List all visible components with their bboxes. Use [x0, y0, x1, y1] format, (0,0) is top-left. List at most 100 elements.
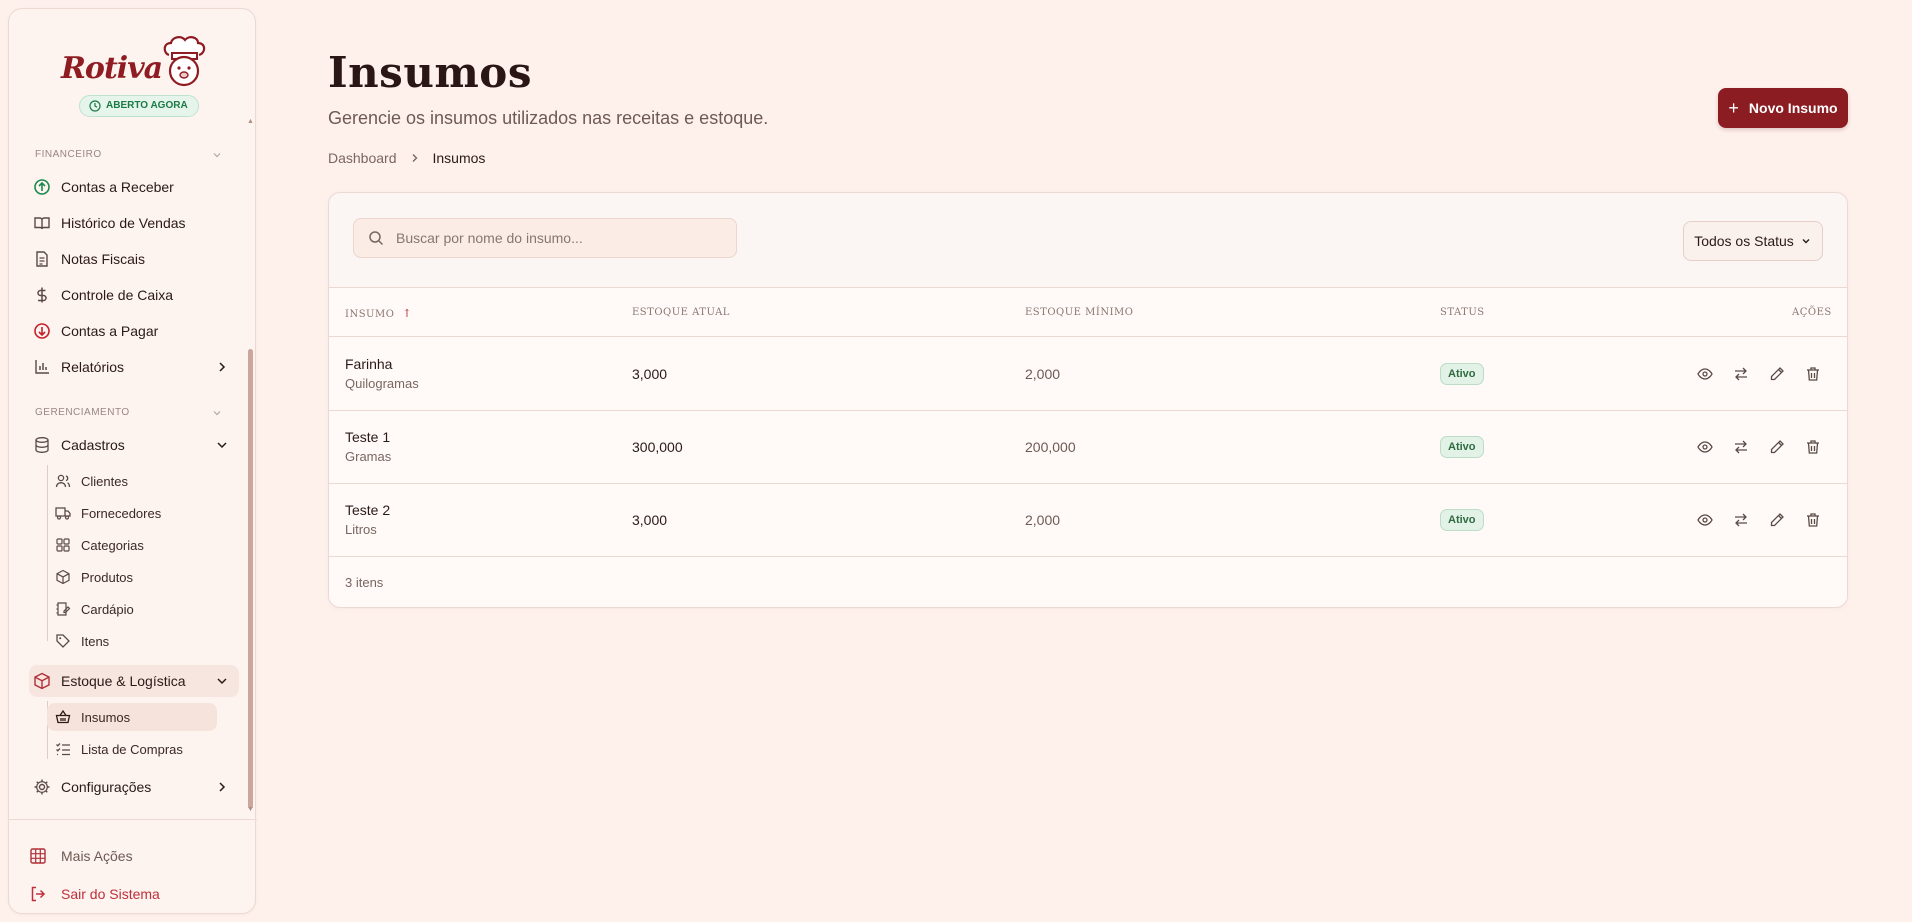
search-input[interactable]	[396, 230, 716, 246]
sidebar-item-configuracoes[interactable]: Configurações	[29, 771, 239, 803]
table-row[interactable]: Teste 1 Gramas 300,000 200,000 Ativo	[329, 411, 1847, 484]
trash-icon	[1807, 440, 1819, 454]
plus-icon: +	[1728, 98, 1739, 118]
breadcrumb-dashboard[interactable]: Dashboard	[328, 150, 397, 166]
logo-text: Rotiva	[61, 51, 163, 86]
sidebar-item-fornecedores[interactable]: Fornecedores	[47, 499, 217, 527]
delete-button[interactable]	[1805, 510, 1841, 530]
search-icon	[368, 230, 384, 246]
transfer-button[interactable]	[1733, 510, 1769, 530]
list-checks-icon	[55, 741, 71, 757]
package-icon	[55, 569, 71, 585]
sidebar-item-clientes[interactable]: Clientes	[47, 467, 217, 495]
sidebar-subitem-label: Clientes	[81, 473, 128, 489]
edit-button[interactable]	[1769, 437, 1805, 457]
delete-button[interactable]	[1805, 437, 1841, 457]
log-out-icon	[29, 885, 47, 903]
insumo-name: Farinha	[345, 356, 393, 372]
insumo-unit: Litros	[345, 522, 377, 537]
sidebar-item-label: Estoque & Logística	[61, 673, 186, 689]
view-button[interactable]	[1697, 437, 1733, 457]
logout-label: Sair do Sistema	[61, 886, 160, 902]
sidebar-item-categorias[interactable]: Categorias	[47, 531, 217, 559]
sidebar-item-contas-receber[interactable]: Contas a Receber	[29, 171, 239, 203]
sidebar-item-contas-pagar[interactable]: Contas a Pagar	[29, 315, 239, 347]
chevron-right-icon	[219, 782, 226, 792]
transfer-button[interactable]	[1733, 364, 1769, 384]
chevron-down-icon[interactable]	[211, 407, 223, 419]
row-actions	[1697, 364, 1841, 384]
truck-icon	[55, 505, 71, 521]
table-row[interactable]: Teste 2 Litros 3,000 2,000 Ativo	[329, 484, 1847, 557]
sidebar-subitem-label: Fornecedores	[81, 505, 162, 521]
basket-icon	[55, 709, 71, 725]
trash-icon	[1807, 367, 1819, 381]
column-header-estoque-atual[interactable]: Estoque Atual	[632, 307, 730, 318]
dollar-sign-icon	[33, 286, 51, 304]
edit-button[interactable]	[1769, 364, 1805, 384]
tag-icon	[55, 633, 71, 649]
sidebar-item-label: Controle de Caixa	[61, 287, 174, 303]
status-badge: Ativo	[1440, 509, 1484, 531]
estoque-atual: 3,000	[632, 366, 668, 382]
sidebar-item-estoque-logistica[interactable]: Estoque & Logística	[29, 665, 239, 697]
delete-button[interactable]	[1805, 364, 1841, 384]
sidebar-footer: Mais Ações Sair do Sistema	[9, 819, 257, 913]
sidebar-item-itens[interactable]: Itens	[47, 627, 217, 655]
sidebar-item-label: Relatórios	[61, 359, 125, 375]
open-status-badge: ABERTO AGORA	[79, 95, 199, 117]
new-insumo-button[interactable]: + Novo Insumo	[1718, 88, 1848, 128]
clock-icon	[89, 100, 101, 112]
sidebar-item-insumos[interactable]: Insumos	[47, 703, 217, 731]
transfer-button[interactable]	[1733, 437, 1769, 457]
book-edit-icon	[55, 601, 71, 617]
sidebar-item-cadastros[interactable]: Cadastros	[29, 429, 239, 461]
sidebar-item-cardapio[interactable]: Cardápio	[47, 595, 217, 623]
grid-icon	[55, 537, 71, 553]
sidebar-item-controle-caixa[interactable]: Controle de Caixa	[29, 279, 239, 311]
column-header-insumo[interactable]: Insumo ↑	[345, 307, 412, 320]
column-header-status[interactable]: Status	[1440, 307, 1485, 318]
breadcrumb-current: Insumos	[432, 150, 486, 166]
new-insumo-label: Novo Insumo	[1748, 100, 1838, 116]
sidebar-item-relatorios[interactable]: Relatórios	[29, 351, 239, 383]
grid-icon	[29, 847, 47, 865]
logout-button[interactable]: Sair do Sistema	[29, 880, 160, 908]
sidebar-item-label: Notas Fiscais	[61, 251, 146, 267]
bar-chart-icon	[33, 358, 51, 376]
sidebar-subitem-label: Produtos	[81, 569, 134, 585]
more-actions-button[interactable]: Mais Ações	[29, 842, 133, 870]
sidebar-item-historico-vendas[interactable]: Histórico de Vendas	[29, 207, 239, 239]
estoque-atual: 3,000	[632, 512, 668, 528]
sidebar-item-produtos[interactable]: Produtos	[47, 563, 217, 591]
view-button[interactable]	[1697, 510, 1733, 530]
package-icon	[33, 672, 51, 690]
section-label-gerenciamento: GERENCIAMENTO	[35, 407, 130, 418]
sidebar-item-notas-fiscais[interactable]: Notas Fiscais	[29, 243, 239, 275]
edit-button[interactable]	[1769, 510, 1805, 530]
sidebar-item-label: Contas a Pagar	[61, 323, 159, 339]
view-button[interactable]	[1697, 364, 1733, 384]
book-open-icon	[33, 214, 51, 232]
file-text-icon	[33, 250, 51, 268]
insumo-name: Teste 2	[345, 502, 391, 518]
insumos-card: Todos os Status Insumo ↑ Estoque Atual Es…	[328, 192, 1848, 608]
scroll-down-arrow[interactable]: ▼	[247, 806, 255, 813]
sidebar-scrollbar[interactable]	[248, 349, 253, 809]
status-filter-select[interactable]: Todos os Status	[1683, 221, 1823, 261]
scroll-up-arrow[interactable]: ▲	[247, 118, 255, 125]
row-actions	[1697, 437, 1841, 457]
page-title: Insumos	[328, 48, 532, 97]
arrows-left-right-icon	[1735, 440, 1747, 454]
chevron-down-icon[interactable]	[211, 149, 223, 161]
items-count: 3 itens	[345, 575, 384, 590]
arrow-up-circle-icon	[33, 178, 51, 196]
pencil-icon	[1770, 513, 1784, 527]
table-row[interactable]: Farinha Quilogramas 3,000 2,000 Ativo	[329, 338, 1847, 411]
arrows-left-right-icon	[1735, 367, 1747, 381]
search-field[interactable]	[353, 218, 737, 258]
row-actions	[1697, 510, 1841, 530]
sidebar-item-lista-compras[interactable]: Lista de Compras	[47, 735, 217, 763]
column-header-estoque-minimo[interactable]: Estoque Mínimo	[1025, 307, 1133, 318]
arrows-left-right-icon	[1735, 513, 1747, 527]
